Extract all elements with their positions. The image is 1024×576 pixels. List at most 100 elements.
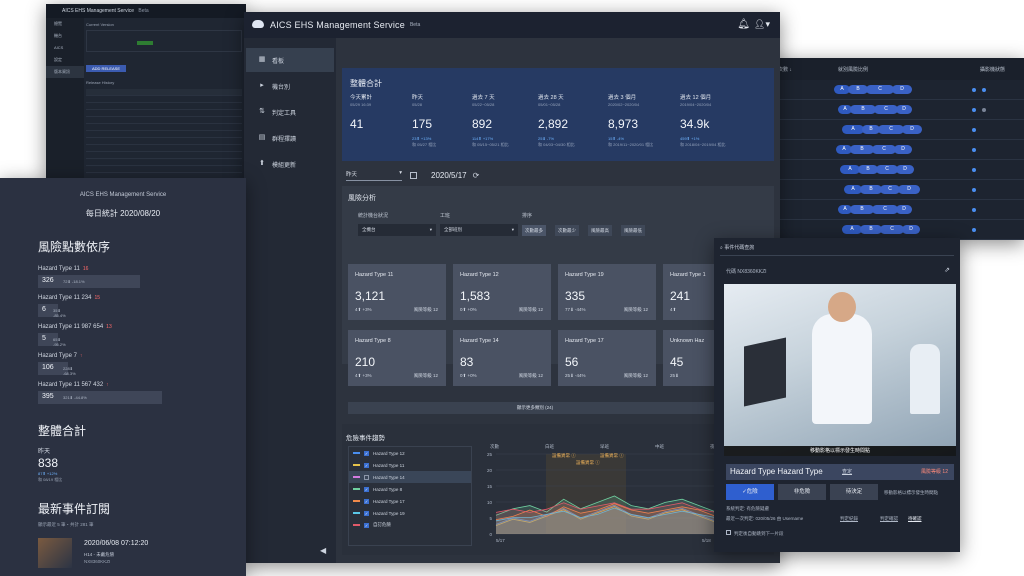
back-sidebar-item-active[interactable]: 版本資訊 xyxy=(46,66,84,78)
table-row[interactable] xyxy=(86,124,242,131)
release-history-label: Release History xyxy=(86,80,115,85)
collapse-sidebar-icon[interactable]: ◀ xyxy=(320,546,326,555)
calendar-icon[interactable] xyxy=(410,171,417,179)
checkbox-icon[interactable]: ✓ xyxy=(364,462,369,468)
hazard-bar: 395 321⬇ -44.8% xyxy=(38,391,162,404)
x-tick-label: 5/18 xyxy=(702,538,711,543)
table-row[interactable]: 393ABCD xyxy=(762,200,1024,220)
table-row[interactable] xyxy=(86,159,242,166)
judgement-record-link[interactable]: 判定紀錄 xyxy=(840,516,858,522)
stat-change: 25⬇ -7% xyxy=(538,136,555,141)
legend-item[interactable]: ✓ Hazard Type 19 xyxy=(349,507,471,519)
hazard-bar-value: 326 xyxy=(42,277,54,284)
sidebar-item-module-update[interactable]: ⬆ 模組更新 xyxy=(246,152,334,176)
sort-most-button[interactable]: 次數最多 xyxy=(522,225,546,236)
legend-item[interactable]: Hazard Type 14 xyxy=(349,471,471,483)
legend-item[interactable]: ✓ 自訂危險 xyxy=(349,519,471,531)
show-more-button[interactable]: 顯示更多類別 (24) xyxy=(348,402,722,414)
dashboard-icon: ▦ xyxy=(258,56,266,63)
table-row[interactable]: 398ABCD xyxy=(762,180,1024,200)
table-row[interactable] xyxy=(86,138,242,145)
date-filter-bar: 昨天 ▾ 2020/5/17 ⟳ xyxy=(346,164,774,186)
hazard-rank-badge: 15 xyxy=(94,295,101,301)
checkbox-icon[interactable] xyxy=(364,474,369,480)
hazard-card[interactable]: Hazard Type 8 210 4⬆ +3% 風險等級 12 xyxy=(348,330,446,386)
camera-status-dot xyxy=(972,208,976,212)
table-row[interactable] xyxy=(86,96,242,103)
hazard-card[interactable]: Hazard Type 17 56 25⬇ -44% 風險等級 12 xyxy=(558,330,656,386)
table-row[interactable]: 411ABCD xyxy=(762,120,1024,140)
shift-filter-select[interactable]: 全部班別 ▾ xyxy=(440,224,518,236)
hazard-bar-delta: 65⬇ -95.2% xyxy=(53,337,66,347)
mark-hazard-button[interactable]: ✓危險 xyxy=(726,484,774,500)
ratio-pill: B xyxy=(860,185,882,194)
machine-filter-select[interactable]: 全機台 ▾ xyxy=(358,224,436,236)
table-row[interactable]: 378ABCD xyxy=(762,220,1024,240)
sort-lowest-button[interactable]: 風險最低 xyxy=(621,225,645,236)
checkbox-icon[interactable]: ✓ xyxy=(364,450,369,456)
checkbox-icon[interactable]: ✓ xyxy=(364,498,369,504)
legend-item[interactable]: ✓ Hazard Type 12 xyxy=(349,447,471,459)
mark-not-hazard-button[interactable]: 非危險 xyxy=(778,484,826,500)
checkbox-icon[interactable]: ✓ xyxy=(364,486,369,492)
hazard-card[interactable]: Hazard Type 14 83 0⬆ +0% 風險等級 12 xyxy=(453,330,551,386)
sidebar-item-dashboard[interactable]: ▦ 看板 xyxy=(246,48,334,72)
table-row[interactable] xyxy=(86,103,242,110)
share-icon[interactable]: ⇗ xyxy=(944,266,950,274)
sidebar-item-judge-tool[interactable]: ⇅ 判定工具 xyxy=(246,100,334,124)
table-row[interactable]: 413ABCD xyxy=(762,80,1024,100)
sidebar-item-label: 看板 xyxy=(272,58,285,65)
table-row[interactable] xyxy=(86,145,242,152)
sort-least-button[interactable]: 次數最少 xyxy=(555,225,579,236)
table-row[interactable]: 412ABCD xyxy=(762,100,1024,120)
hazard-card-change: 77⬇ -44% xyxy=(565,307,586,312)
legend-item[interactable]: ✓ Hazard Type 8 xyxy=(349,483,471,495)
notification-bell-icon[interactable]: 🔔︎ xyxy=(737,19,750,30)
table-row[interactable] xyxy=(86,166,242,173)
hazard-card[interactable]: Hazard Type 19 335 77⬇ -44% 風險等級 12 xyxy=(558,264,656,320)
hazard-card[interactable]: Hazard Type 11 3,121 4⬆ +3% 風險等級 12 xyxy=(348,264,446,320)
event-thumbnail[interactable] xyxy=(38,538,72,568)
table-row[interactable]: 409ABCD xyxy=(762,160,1024,180)
event-photo[interactable]: 移動影格以標示發生時間點 xyxy=(724,284,956,456)
ratio-pill: D xyxy=(898,185,920,194)
back-sidebar-item[interactable]: AICS xyxy=(46,42,84,54)
event-time: 2020/06/08 07:12:20 xyxy=(84,540,149,547)
selected-date[interactable]: 2020/5/17 xyxy=(431,171,467,180)
summary-stat: 過去 12 個月 2019/04~2020/04 34.9k 459⬆ +1% 和 20… xyxy=(680,93,746,148)
sidebar-item-groups[interactable]: ▤ 群程擇讀 xyxy=(246,126,334,150)
play-icon: ▸ xyxy=(260,82,264,89)
back-sidebar-item[interactable]: 設定 xyxy=(46,54,84,66)
range-select[interactable]: 昨天 ▾ xyxy=(346,170,402,181)
ratio-pill: B xyxy=(850,105,876,114)
table-row[interactable] xyxy=(86,110,242,117)
hazard-bar: 6 35⬇ -85.4% xyxy=(38,304,66,318)
table-row[interactable] xyxy=(86,117,242,124)
mark-pending-button[interactable]: 待決定 xyxy=(830,484,878,500)
judgement-confirm-link[interactable]: 判定確認 xyxy=(880,516,898,522)
table-row[interactable]: 410ABCD xyxy=(762,140,1024,160)
checkbox-icon[interactable]: ✓ xyxy=(364,510,369,516)
back-sidebar-item[interactable]: 總覽 xyxy=(46,18,84,30)
event-search-input[interactable]: ⌕ 事件代碼查詢 xyxy=(720,244,954,256)
back-sidebar-item[interactable]: 機台 xyxy=(46,30,84,42)
hazard-card-value: 1,583 xyxy=(460,289,491,303)
legend-item[interactable]: ✓ Hazard Type 17 xyxy=(349,495,471,507)
camera-status-dot xyxy=(982,108,986,112)
stat-range: 2020/02~2020/04 xyxy=(608,102,640,107)
auto-next-toggle[interactable]: 判定後自動跳到下一片段 xyxy=(726,530,784,537)
legend-item[interactable]: ✓ Hazard Type 11 xyxy=(349,459,471,471)
hazard-card[interactable]: Hazard Type 12 1,583 0⬆ +0% 風險等級 12 xyxy=(453,264,551,320)
recent-judgement-note: 最近一次判定: 020/05/26 由 Username xyxy=(726,516,804,521)
pending-link[interactable]: 待確認 xyxy=(908,516,922,522)
ratio-pill: A xyxy=(842,125,864,134)
event-detail-link[interactable]: 查定 xyxy=(842,468,852,475)
sidebar-item-machines[interactable]: ▸ 機台別 xyxy=(246,74,334,98)
add-release-button[interactable]: ADD RELEASE xyxy=(86,65,127,72)
table-row[interactable] xyxy=(86,152,242,159)
sort-highest-button[interactable]: 風險最高 xyxy=(588,225,612,236)
refresh-icon[interactable]: ⟳ xyxy=(473,171,480,180)
user-icon[interactable]: 👤︎▾ xyxy=(754,19,770,30)
table-row[interactable] xyxy=(86,131,242,138)
checkbox-icon[interactable]: ✓ xyxy=(364,522,369,528)
